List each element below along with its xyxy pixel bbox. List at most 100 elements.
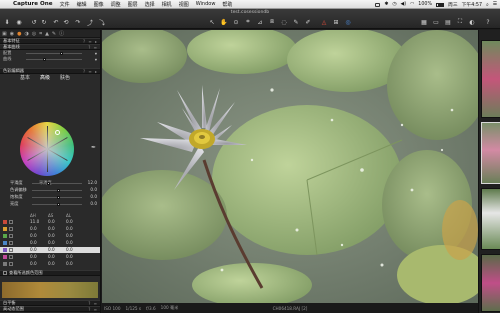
fullscreen-icon[interactable]: ⛶	[456, 18, 464, 26]
color-swatch[interactable]	[3, 220, 7, 224]
notification-icon[interactable]: ☰	[493, 2, 497, 7]
compare-icon[interactable]: ⤴	[86, 18, 94, 27]
row-value-icon[interactable]: ▾	[95, 51, 97, 56]
menu-window[interactable]: Window	[196, 1, 216, 7]
crop-icon[interactable]: ⌗	[244, 18, 252, 26]
color-swatch[interactable]	[3, 248, 7, 252]
display-icon[interactable]	[375, 2, 381, 7]
color-value[interactable]: 0.0	[30, 247, 37, 252]
color-range-row[interactable]: 0.0 0.0 0.0	[0, 247, 100, 253]
color-value[interactable]: 0.0	[48, 233, 55, 238]
slider-thumb[interactable]	[42, 57, 46, 61]
search-icon[interactable]: ⌕	[486, 2, 489, 8]
section-skin-header[interactable]: 查看所选颜色范围	[0, 270, 100, 276]
lightness-value[interactable]: 0.0	[90, 201, 97, 206]
toggle-icon[interactable]: ◐	[468, 18, 476, 26]
color-wheel[interactable]	[20, 122, 74, 176]
menu-select[interactable]: 选择	[145, 1, 155, 8]
library-tab-icon[interactable]: ▣	[2, 31, 7, 37]
slider-thumb[interactable]	[57, 188, 60, 192]
time-machine-icon[interactable]: ◷	[392, 2, 396, 7]
filmstrip-thumb[interactable]	[481, 254, 500, 312]
undo-all-icon[interactable]: ⟲	[62, 18, 70, 26]
hue-value[interactable]: 0.0	[90, 187, 97, 192]
checkbox[interactable]	[9, 262, 13, 266]
checkbox-icon[interactable]	[3, 271, 7, 275]
volume-icon[interactable]: ◀)	[401, 2, 407, 7]
pointer-icon[interactable]: ↖	[208, 18, 216, 26]
menu-camera[interactable]: 相机	[162, 1, 172, 8]
battery-icon[interactable]	[436, 2, 445, 7]
checkbox[interactable]	[9, 220, 13, 224]
checkbox[interactable]	[9, 248, 13, 252]
slider-thumb[interactable]	[47, 181, 50, 185]
color-value[interactable]: 0.0	[48, 226, 55, 231]
color-swatch[interactable]	[3, 227, 7, 231]
filmstrip-thumb[interactable]	[481, 40, 500, 118]
metadata-tab-icon[interactable]: ⓘ	[59, 30, 64, 37]
slider-thumb[interactable]	[59, 51, 63, 55]
inbox-icon[interactable]: ⬇	[3, 18, 11, 26]
color-swatch[interactable]	[3, 262, 7, 266]
checkbox[interactable]	[9, 241, 13, 245]
color-value[interactable]: 0.0	[30, 240, 37, 245]
hue-slider[interactable]	[32, 188, 82, 192]
keystone-icon[interactable]: ⧈	[268, 18, 276, 26]
menu-file[interactable]: 文件	[60, 1, 70, 8]
color-value[interactable]: 0.0	[30, 254, 37, 259]
checkbox[interactable]	[9, 227, 13, 231]
color-tab-icon[interactable]: ●	[17, 31, 21, 37]
color-swatch[interactable]	[3, 234, 7, 238]
filmstrip-thumb[interactable]	[481, 122, 500, 184]
composition-tab-icon[interactable]: ⌗	[39, 31, 42, 37]
section-tools-icons[interactable]: ? ≡	[88, 307, 98, 312]
wifi-icon[interactable]: ◠	[410, 2, 414, 7]
color-value[interactable]: 0.0	[66, 261, 73, 266]
rotate-cw-icon[interactable]: ↻	[40, 18, 48, 26]
viewer-icon[interactable]: ▭	[432, 18, 440, 26]
color-range-row[interactable]: 0.0 0.0 0.0	[0, 240, 100, 246]
color-value[interactable]: 0.0	[48, 247, 55, 252]
grid-icon[interactable]: ⊞	[332, 18, 340, 26]
color-range-row[interactable]: 0.0 0.0 0.0	[0, 254, 100, 260]
exposure-tab-icon[interactable]: ◑	[24, 31, 28, 37]
bluetooth-icon[interactable]: ✱	[384, 2, 388, 7]
undo-icon[interactable]: ↶	[52, 18, 60, 26]
annotate-icon[interactable]: ✐	[304, 18, 312, 26]
color-range-row[interactable]: 0.0 0.0 0.0	[0, 226, 100, 232]
saturation-value[interactable]: 0.0	[90, 194, 97, 199]
menu-adjust[interactable]: 调整	[111, 1, 121, 8]
camera-icon[interactable]: ◉	[15, 18, 23, 26]
color-value[interactable]: 11.0	[30, 219, 39, 224]
color-range-bar[interactable]	[2, 282, 98, 298]
curve-slider[interactable]	[26, 57, 82, 61]
slider-thumb[interactable]	[57, 195, 60, 199]
slider-thumb[interactable]	[57, 202, 60, 206]
curve-slider[interactable]	[26, 51, 82, 55]
tab-skin[interactable]: 肤色	[60, 74, 70, 81]
app-menu[interactable]: Capture One	[13, 1, 53, 7]
pan-icon[interactable]: ✋	[220, 18, 228, 26]
color-range-row[interactable]: 11.0 0.0 0.0	[0, 219, 100, 225]
menu-layer[interactable]: 图层	[128, 1, 138, 8]
color-range-row[interactable]: 0.0 0.0 0.0	[0, 261, 100, 267]
focus-icon[interactable]: ◎	[344, 18, 352, 26]
help-icon[interactable]: ?	[484, 18, 492, 26]
color-value[interactable]: 0.0	[66, 254, 73, 259]
menu-view[interactable]: 视图	[179, 1, 189, 8]
rotate-icon[interactable]: ↺	[30, 18, 38, 26]
color-value[interactable]: 0.0	[30, 261, 37, 266]
wheel-selector[interactable]	[55, 130, 60, 135]
redo-icon[interactable]: ↷	[74, 18, 82, 26]
color-value[interactable]: 0.0	[48, 261, 55, 266]
copy-icon[interactable]: ⤵	[98, 18, 106, 27]
row-value-icon[interactable]: ▾	[95, 57, 97, 62]
color-value[interactable]: 0.0	[66, 240, 73, 245]
warning-icon[interactable]: ◬	[320, 18, 328, 26]
picker-icon[interactable]: ✎	[292, 18, 300, 26]
clock-time[interactable]: 下午4:57	[462, 1, 482, 8]
layout-icon[interactable]: ▦	[420, 18, 428, 26]
checkbox[interactable]	[9, 234, 13, 238]
checkbox[interactable]	[9, 255, 13, 259]
color-swatch[interactable]	[3, 255, 7, 259]
